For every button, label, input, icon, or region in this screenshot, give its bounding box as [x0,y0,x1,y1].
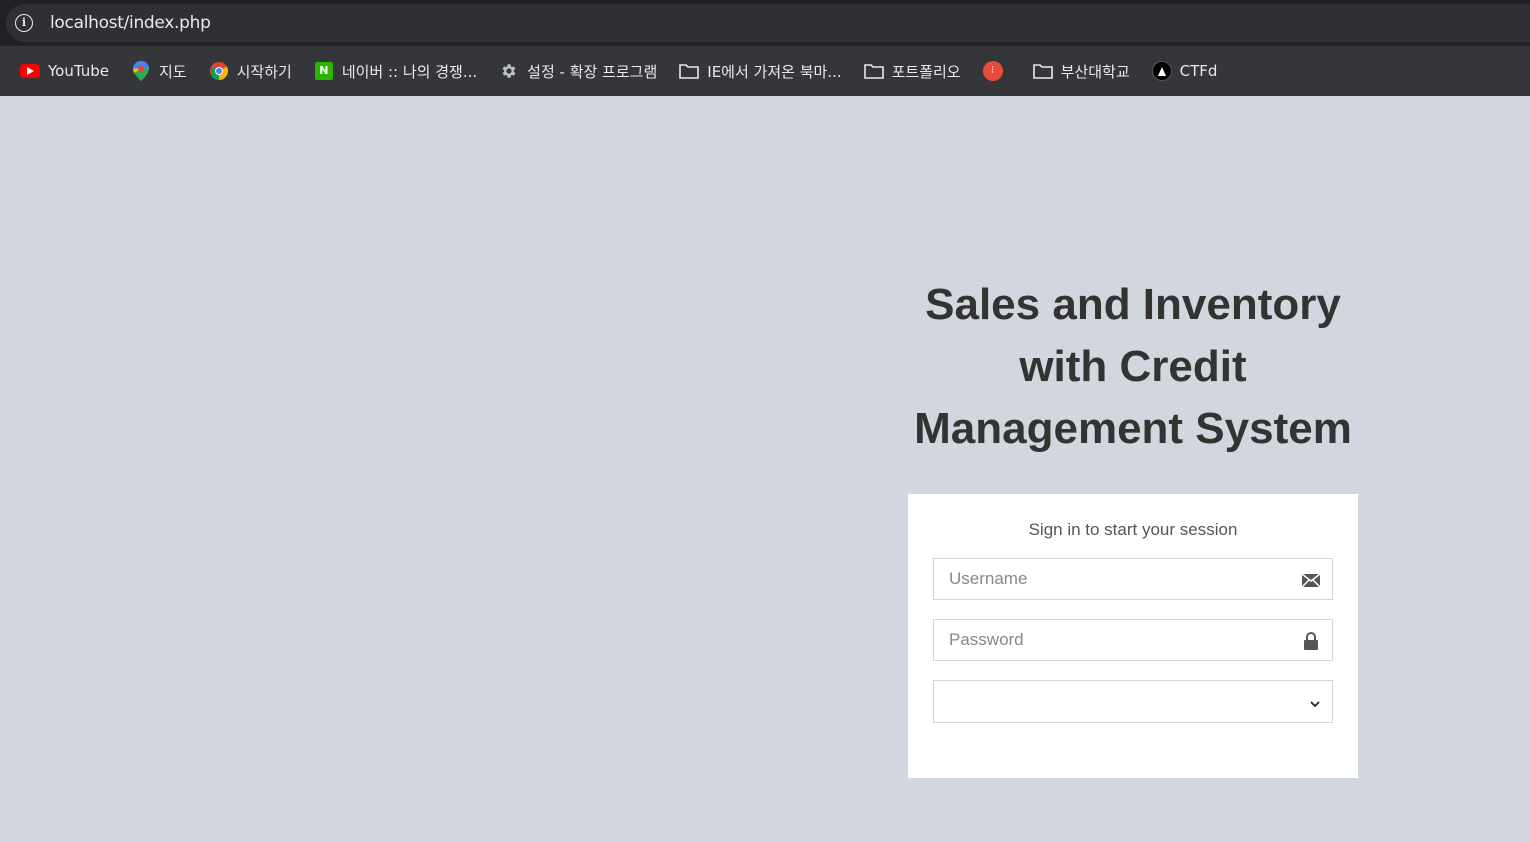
bookmark-label: 네이버 :: 나의 경쟁... [341,62,478,81]
login-box: Sign in to start your session [908,494,1358,778]
site-info-icon[interactable]: i [15,14,33,32]
bookmark-extensions[interactable]: 설정 - 확장 프로그램 [499,61,657,82]
username-field-group [933,558,1333,600]
password-input[interactable] [934,620,1332,660]
bookmark-label: YouTube [48,62,109,80]
bookmark-label: 포트폴리오 [891,62,961,81]
bookmark-getting-started[interactable]: 시작하기 [209,61,292,82]
bookmark-red-app[interactable]: ⁝ [982,61,1011,81]
address-bar: i localhost/index.php [0,0,1530,46]
title-line-3: Management System [914,404,1352,453]
chrome-icon [209,61,229,81]
ctfd-icon [1151,61,1172,81]
envelope-icon [1301,570,1321,590]
bookmark-maps[interactable]: 지도 [131,61,187,82]
lock-icon [1301,631,1321,651]
bookmark-folder-ie[interactable]: IE에서 가져온 북마... [679,61,842,82]
title-line-2: with Credit [1019,342,1247,391]
bookmark-folder-portfolio[interactable]: 포트폴리오 [863,61,961,82]
bookmark-folder-pnu[interactable]: 부산대학교 [1032,61,1130,82]
bookmark-label: 시작하기 [236,62,292,81]
bookmark-label: 지도 [159,62,187,81]
bookmark-label: 설정 - 확장 프로그램 [527,62,658,81]
red-app-icon: ⁝ [982,61,1003,81]
youtube-icon [20,61,40,81]
bookmark-label: 부산대학교 [1060,62,1130,81]
bookmark-ctfd[interactable]: CTFd [1151,61,1218,81]
bookmark-label: CTFd [1179,62,1218,80]
login-box-message: Sign in to start your session [1028,520,1238,539]
folder-icon [863,61,884,81]
bookmark-label: IE에서 가져온 북마... [707,62,842,81]
maps-pin-icon [131,61,151,81]
gear-icon [499,61,519,81]
role-select[interactable] [933,680,1333,723]
password-field-group [933,619,1333,661]
bookmark-youtube[interactable]: YouTube [20,61,109,81]
folder-icon [1032,61,1053,81]
folder-icon [679,61,700,81]
naver-icon: N [314,61,334,81]
url-text[interactable]: localhost/index.php [50,13,211,33]
omnibox[interactable]: i localhost/index.php [6,4,1530,42]
bookmarks-bar: YouTube 지도 시작하기 N 네이버 :: 나의 경쟁... 설정 - 확… [0,46,1530,96]
username-input[interactable] [934,559,1332,599]
title-line-1: Sales and Inventory [925,280,1341,329]
chevron-down-icon [1310,696,1320,708]
bookmark-naver[interactable]: N 네이버 :: 나의 경쟁... [314,61,477,82]
page-title: Sales and Inventory with Credit Manageme… [908,274,1358,460]
